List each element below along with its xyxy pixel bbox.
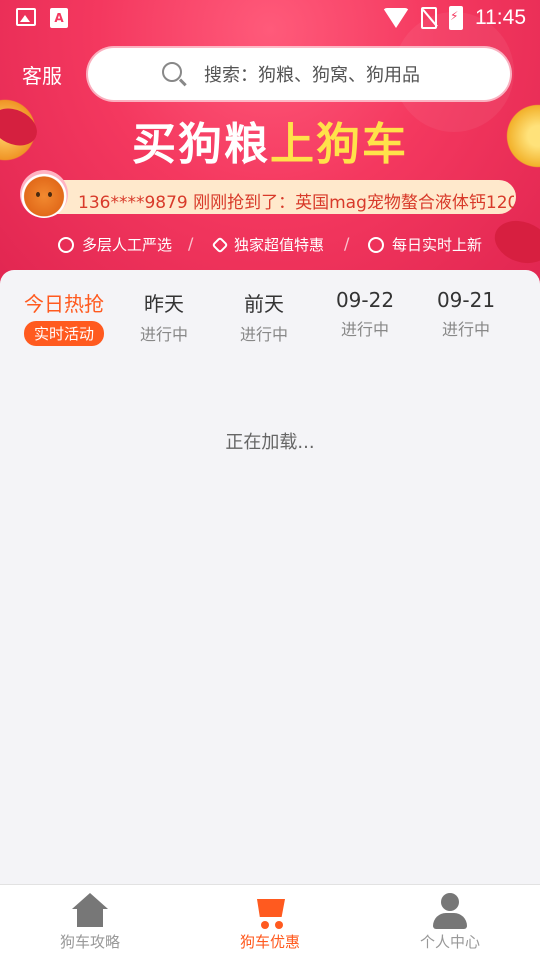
tab-status: 进行中 [340, 320, 389, 339]
ticker-text: 136****9879 刚刚抢到了：英国mag宠物螯合液体钙120 [78, 193, 514, 213]
nav-label: 个人中心 [419, 933, 480, 951]
wifi-icon [383, 8, 409, 28]
headline-yellow: 上狗车 [270, 119, 408, 170]
nav-deals[interactable]: 狗车优惠 [180, 893, 360, 952]
tab-badge: 实时活动 [23, 321, 104, 346]
battery-charging-icon [449, 6, 463, 30]
status-bar: A 11:45 [0, 0, 540, 36]
no-sim-icon [421, 7, 437, 29]
tab-title: 今日热抢 [24, 292, 104, 316]
home-icon [72, 893, 108, 929]
feature-item: 每日实时上新 [368, 234, 482, 255]
feature-item: 多层人工严选 [58, 234, 172, 255]
tab-0922[interactable]: 09-22 进行中 [315, 288, 415, 340]
main-content: 今日热抢 实时活动 昨天 进行中 前天 进行中 09-22 进行中 09-21 … [0, 270, 540, 884]
tab-title: 前天 [244, 292, 284, 316]
tab-0921[interactable]: 09-21 进行中 [416, 288, 516, 340]
tab-today[interactable]: 今日热抢 实时活动 [14, 288, 114, 346]
hero-banner: A 11:45 客服 搜索：狗粮、狗窝、狗用品 买狗粮上狗车 136****98… [0, 0, 540, 300]
divider: / [344, 234, 350, 253]
headline-white: 买狗粮 [132, 119, 270, 170]
search-input[interactable]: 搜索：狗粮、狗窝、狗用品 [88, 48, 510, 100]
status-time: 11:45 [475, 6, 526, 29]
diamond-icon [211, 236, 229, 253]
tab-yesterday[interactable]: 昨天 进行中 [114, 288, 214, 345]
nav-label: 狗车优惠 [239, 933, 300, 951]
nav-guide[interactable]: 狗车攻略 [0, 893, 180, 952]
nav-profile[interactable]: 个人中心 [360, 893, 540, 952]
loading-text: 正在加载... [225, 432, 315, 453]
tab-title: 昨天 [144, 292, 184, 316]
tab-status: 进行中 [441, 320, 490, 339]
nav-label: 狗车攻略 [59, 933, 120, 951]
quality-icon [58, 236, 74, 253]
customer-service-button[interactable]: 客服 [22, 60, 62, 89]
search-icon [162, 62, 182, 82]
divider: / [188, 234, 194, 253]
clock-icon [368, 236, 384, 253]
user-icon [432, 893, 468, 929]
feature-label: 独家超值特惠 [234, 236, 325, 254]
feature-strip: 多层人工严选 / 独家超值特惠 / 每日实时上新 [0, 234, 540, 256]
banner-headline: 买狗粮上狗车 [0, 108, 540, 172]
tab-status: 进行中 [139, 325, 188, 344]
tab-day-before[interactable]: 前天 进行中 [214, 288, 314, 345]
tab-status: 进行中 [239, 325, 288, 344]
purchase-ticker[interactable]: 136****9879 刚刚抢到了：英国mag宠物螯合液体钙120 [20, 170, 516, 218]
app-notification-icon: A [50, 8, 68, 28]
search-placeholder: 搜索：狗粮、狗窝、狗用品 [204, 65, 420, 86]
bottom-nav: 狗车攻略 狗车优惠 个人中心 [0, 884, 540, 960]
feature-item: 独家超值特惠 [211, 234, 325, 255]
gallery-notification-icon [16, 8, 36, 26]
tab-title: 09-21 [436, 288, 496, 312]
tab-title: 09-22 [335, 288, 395, 312]
date-tabs: 今日热抢 实时活动 昨天 进行中 前天 进行中 09-22 进行中 09-21 … [0, 288, 540, 348]
mascot-avatar [20, 170, 68, 218]
feature-label: 多层人工严选 [82, 236, 173, 254]
cart-icon [251, 893, 289, 929]
feature-label: 每日实时上新 [392, 236, 483, 254]
